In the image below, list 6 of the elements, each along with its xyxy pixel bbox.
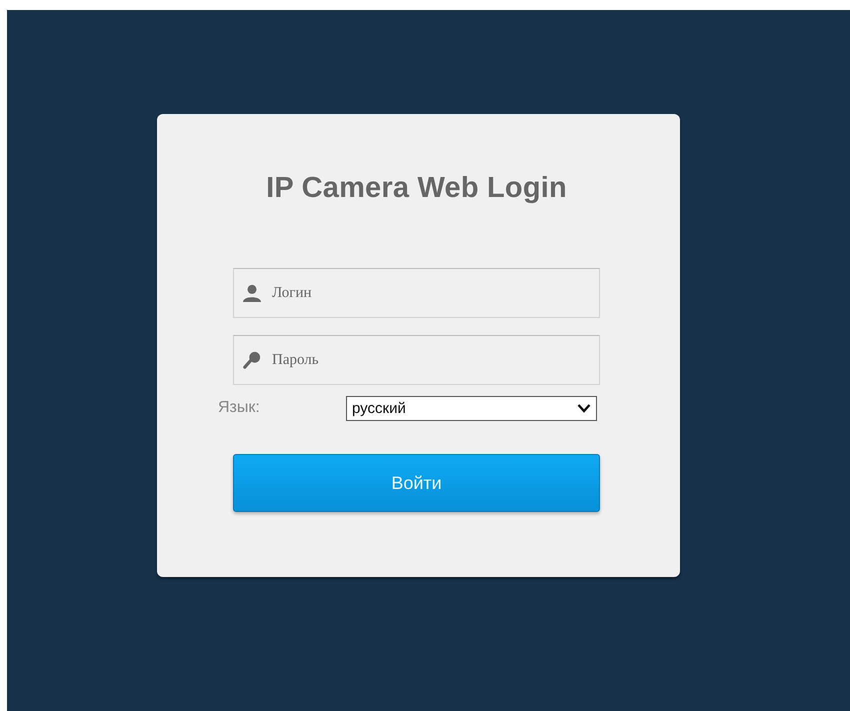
text-field[interactable]: Пароль: [233, 335, 600, 385]
language-select[interactable]: русский: [346, 396, 597, 420]
chevron-icon: [577, 403, 591, 413]
text-field[interactable]: Логин: [233, 268, 600, 318]
login-title: IP Camera Web Login: [265, 171, 568, 206]
language-label: Язык:: [218, 399, 261, 417]
